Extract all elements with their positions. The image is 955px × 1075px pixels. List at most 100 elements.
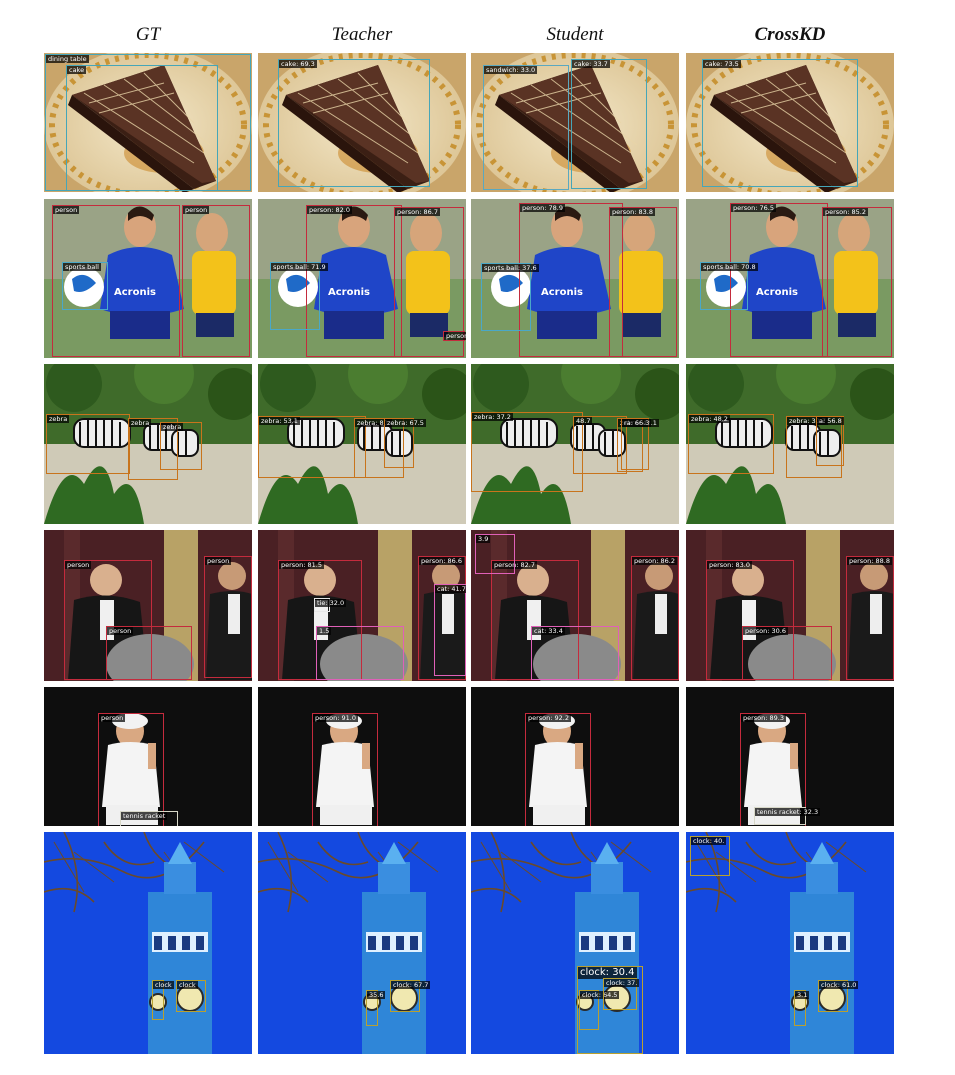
bbox-label: person (99, 714, 126, 722)
bbox-cake: cake: 73.5 (702, 59, 858, 187)
bbox-label: person: 83.0 (707, 561, 753, 569)
bbox-label: person: 81.5 (279, 561, 325, 569)
bbox-cake: cake: 33.7 (571, 59, 647, 189)
bbox-person: person: 92.2 (525, 713, 591, 826)
bbox-label: 3.1 (795, 991, 810, 999)
bbox-zebra: a: 56.8 (816, 416, 844, 466)
bbox-person: person: 30.6 (742, 626, 832, 680)
scene-image (471, 832, 679, 1054)
bbox-label: cake (67, 66, 87, 74)
bbox-zebra: zebra: 53.1 (258, 416, 366, 478)
bbox-label: person: 85.2 (823, 208, 869, 216)
bbox-label: zebra (47, 415, 70, 423)
bbox-cat: 3.9 (475, 534, 515, 574)
column-header-teacher: Teacher (331, 24, 393, 45)
bbox-zebra: zebra: 67.5 (384, 418, 426, 468)
bbox-zebra: zebra: 48.2 (688, 414, 774, 474)
bbox-zebra: zebra: 37.2 (471, 412, 583, 492)
image-panel-clock-gt: clock clock (44, 832, 252, 1054)
bbox-person: person: 3 (443, 331, 466, 341)
image-panel-cake-student: sandwich: 33.0 cake: 33.7 (471, 53, 679, 192)
bbox-label: person (107, 627, 134, 635)
bbox-label: sports ball: 71.9 (271, 263, 328, 271)
bbox-label: person: 30.6 (743, 627, 789, 635)
image-panel-people-student: person: 82.7 person: 86.2 cat: 33.4 3.9 (471, 530, 679, 681)
bbox-label: person: 86.6 (419, 557, 465, 565)
bbox-person: person (106, 626, 192, 680)
bbox-sports-ball: sports ball: 37.6 (481, 263, 539, 331)
bbox-label: zebra: 53.1 (259, 417, 300, 425)
bbox-person: person (204, 556, 252, 678)
bbox-label: zebra (129, 419, 152, 427)
image-panel-soccer-student: Acronis person: 78.9 person: 83.8 sports b… (471, 199, 679, 358)
bbox-label: cake: 33.7 (572, 60, 610, 68)
scene-image (258, 832, 466, 1054)
bbox-label: cat: 41.7 (435, 585, 466, 593)
bbox-clock: clock: 67.7 (390, 980, 431, 1012)
bbox-label: person: 83.8 (610, 208, 656, 216)
image-panel-zebra-teacher: zebra: 53.1 zebra: 80. zebra: 67.5 (258, 364, 466, 524)
image-panel-zebra-crosskd: zebra: 48.2 zebra: 30.7 a: 56.8 (686, 364, 894, 524)
bbox-label: sports ball (63, 263, 101, 271)
bbox-label: sports ball: 37.6 (482, 264, 539, 272)
bbox-clock: 3.1 (794, 990, 810, 1026)
image-panel-soccer-teacher: Acronis person: 82.0 person: 86.7 sports b… (258, 199, 466, 358)
bbox-label: person: 92.2 (526, 714, 572, 722)
image-panel-people-gt: person person person (44, 530, 252, 681)
column-header-student: Student (546, 24, 604, 45)
bbox-label: cake: 73.5 (703, 60, 741, 68)
image-panel-cake-teacher: cake: 69.3 (258, 53, 466, 192)
bbox-tennis-racket: tennis racket (120, 811, 178, 826)
bbox-label: person: 3 (444, 332, 466, 340)
bbox-label: clock: 40. (691, 837, 727, 845)
bbox-label: sandwich: 33.0 (484, 66, 538, 74)
bbox-label: tennis racket: 32.3 (755, 808, 821, 816)
image-panel-tennis-student: person: 92.2 (471, 687, 679, 826)
bbox-clock: clock: 64.5 (579, 990, 620, 1030)
image-panel-clock-student: clock: 30.4 clock: 64.5 clock: 37. (471, 832, 679, 1054)
scene-image (44, 832, 252, 1054)
bbox-label: person (65, 561, 92, 569)
bbox-label: person: 88.8 (847, 557, 893, 565)
bbox-label: 1.5 (317, 627, 332, 635)
bbox-zebra: ra: 66.3 (621, 418, 652, 470)
image-panel-tennis-teacher: person: 91.0 (258, 687, 466, 826)
image-panel-clock-teacher: 35.6 clock: 67.7 (258, 832, 466, 1054)
bbox-label: person (205, 557, 232, 565)
bbox-clock: clock: 37. (603, 978, 640, 1010)
bbox-clock: clock: 61.0 (818, 980, 859, 1012)
image-panel-people-teacher: person: 81.5 person: 86.6 tie: 32.0 cat: 41… (258, 530, 466, 681)
bbox-label: sports ball: 70.8 (701, 263, 758, 271)
image-panel-soccer-crosskd: Acronis person: 76.5 person: 85.2 sports b… (686, 199, 894, 358)
bbox-person: person: 82.0 (306, 205, 402, 357)
bbox-label: person (53, 206, 80, 214)
bbox-cat: 1.5 (316, 626, 404, 680)
bbox-clock: clock: 40. (690, 836, 730, 876)
bbox-label: person: 86.2 (632, 557, 678, 565)
bbox-label: clock (177, 981, 198, 989)
bbox-zebra: zebra (46, 414, 130, 474)
bbox-person: person: 91.0 (312, 713, 378, 826)
image-panel-tennis-crosskd: person: 89.3 tennis racket: 32.3 (686, 687, 894, 826)
bbox-clock: clock (152, 980, 174, 1020)
bbox-label: tennis racket (121, 812, 168, 820)
bbox-clock: 35.6 (366, 990, 386, 1026)
bbox-label: person: 76.5 (731, 204, 777, 212)
bbox-clock: clock (176, 980, 206, 1012)
bbox-label: clock: 37. (604, 979, 640, 987)
bbox-tennis-racket: tennis racket: 32.3 (754, 807, 821, 825)
bbox-label: a: 56.8 (817, 417, 844, 425)
bbox-sports-ball: sports ball: 70.8 (700, 262, 758, 310)
bbox-label: clock: 61.0 (819, 981, 859, 989)
bbox-cat: cat: 33.4 (531, 626, 619, 680)
column-header-crosskd: CrossKD (754, 24, 826, 45)
bbox-sports-ball: sports ball: 71.9 (270, 262, 328, 330)
bbox-label: tie: 32.0 (315, 599, 347, 607)
bbox-label: ra: 66.3 (622, 419, 652, 427)
bbox-zebra: zebra (160, 422, 202, 470)
bbox-sandwich: sandwich: 33.0 (483, 65, 569, 190)
bbox-label: zebra: 48.2 (689, 415, 730, 423)
bbox-label: dining table (46, 55, 89, 63)
image-panel-cake-crosskd: cake: 73.5 (686, 53, 894, 192)
bbox-label: person: 82.0 (307, 206, 353, 214)
